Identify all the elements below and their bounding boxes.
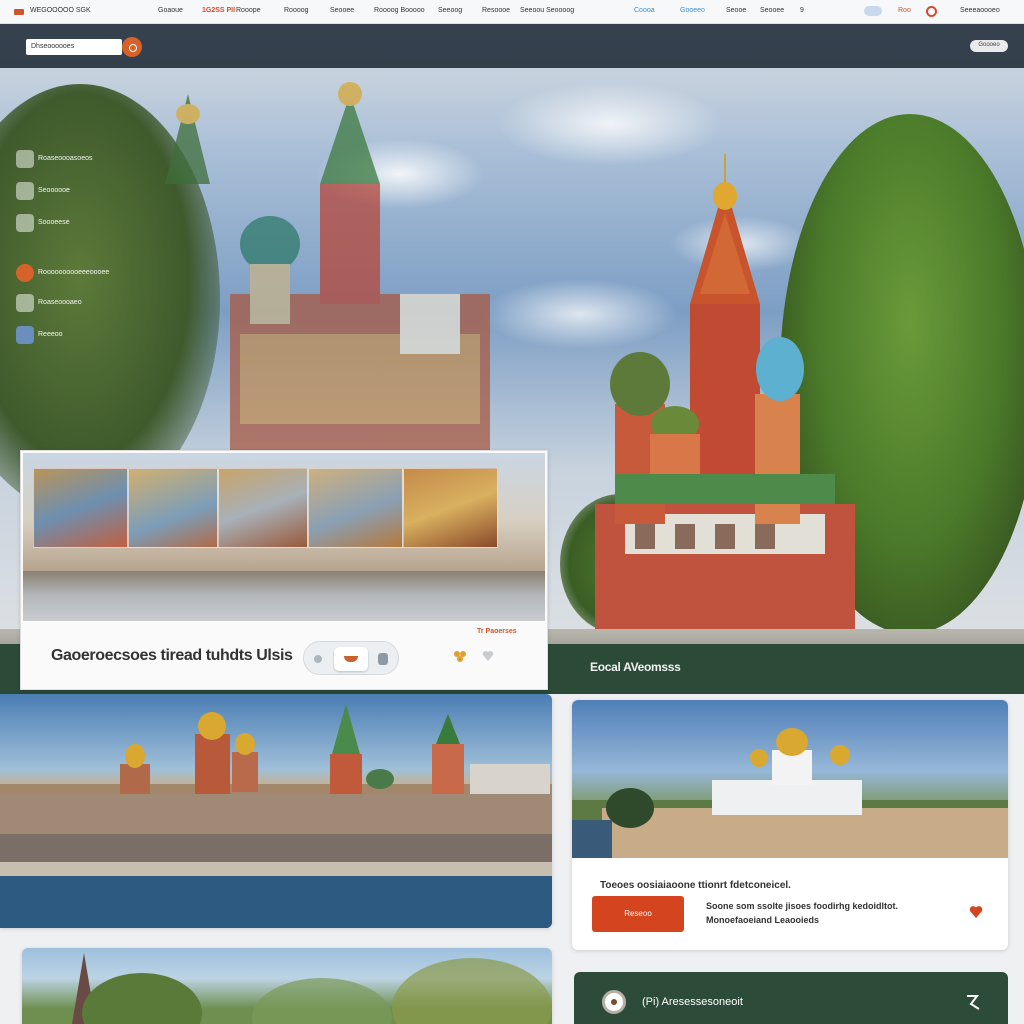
destination-search-input[interactable]: Dhseoooooes [26, 39, 122, 55]
sidebar-item-1[interactable]: Roaseoooasoeos [16, 150, 166, 170]
info-icon [16, 326, 34, 344]
building-icon [16, 150, 34, 168]
sidebar-item-label: Roooooooooeeeoooee [38, 269, 110, 276]
tower-icon [16, 182, 34, 200]
sidebar-item-6[interactable]: Reeeoo [16, 326, 166, 346]
gallery-thumb[interactable] [403, 468, 498, 548]
nav-link-2[interactable]: 1G2SS PII [202, 7, 235, 14]
nav-link-14[interactable]: 9 [800, 7, 804, 14]
tower-image [72, 953, 552, 1024]
heart-icon[interactable] [481, 649, 495, 663]
cathedral-image [595, 154, 855, 654]
sidebar-item-5[interactable]: Roaseoooaeo [16, 294, 166, 314]
nav-link-12[interactable]: Seooe [726, 7, 746, 14]
kremlin-photo-card[interactable] [0, 694, 552, 928]
card-description-line1: Soone som ssolte jisoes foodirhg kedoidl… [706, 901, 899, 911]
logo-icon [14, 9, 24, 15]
gallery-thumb[interactable] [308, 468, 403, 548]
kremlin-image [0, 704, 552, 928]
sidebar-item-3[interactable]: Soooeese [16, 214, 166, 234]
grid-icon[interactable] [378, 653, 388, 665]
nav-link-13[interactable]: Seooee [760, 7, 784, 14]
nav-link-15[interactable]: Roo [898, 7, 911, 14]
sidebar-item-4[interactable]: Roooooooooeeeoooee [16, 264, 166, 284]
nav-link-10[interactable]: Coooa [634, 7, 655, 14]
view-toggle[interactable] [303, 641, 399, 675]
hero-search-bar: Dhseoooooes Goooeo [0, 24, 1024, 68]
tower-photo-card[interactable] [22, 948, 552, 1024]
gallery-tag: Tr Paoerses [477, 628, 517, 635]
sidebar-item-label: Roaseoooasoeos [38, 155, 93, 162]
nav-account[interactable]: Seeeaoooeo [960, 7, 1000, 14]
tool-icon[interactable] [964, 992, 984, 1012]
camera-icon [16, 214, 34, 232]
gallery-thumb[interactable] [218, 468, 308, 548]
nav-link-4[interactable]: Roooog [284, 7, 309, 14]
nav-brand[interactable]: WEGOOOOO SGK [30, 7, 91, 14]
compass-icon[interactable] [602, 990, 626, 1014]
gallery-card[interactable]: Tr Paoerses Gaoeroecsoes tiread tuhdts U… [20, 450, 548, 690]
avatar-icon[interactable] [926, 6, 937, 17]
gallery-thumb[interactable] [33, 468, 128, 548]
flower-icon[interactable] [453, 649, 467, 663]
ticket-icon [16, 294, 34, 312]
gallery-title: Gaoeroecsoes tiread tuhdts Ulsis [51, 647, 293, 664]
pin-icon [16, 264, 34, 282]
nav-link-1[interactable]: Goaoue [158, 7, 183, 14]
gallery-thumb[interactable] [128, 468, 218, 548]
hero-footer-label: Eocal AVeomsss [590, 660, 681, 674]
nav-link-5[interactable]: Seooee [330, 7, 354, 14]
search-button[interactable] [122, 37, 142, 57]
top-navigation: WEGOOOOO SGK Goaoue 1G2SS PII Rooope Roo… [0, 0, 1024, 24]
cathedral-faded-image [165, 82, 490, 494]
dot-icon[interactable] [314, 655, 322, 663]
search-toggle[interactable] [864, 6, 882, 16]
book-button[interactable]: Reseoo [592, 896, 684, 932]
bowl-icon[interactable] [334, 647, 368, 671]
card-description-heading: Toeoes oosiaiaoone ttionrt fdetconeicel. [600, 880, 791, 891]
sidebar-item-label: Soooeese [38, 219, 70, 226]
nav-link-8[interactable]: Resoooe [482, 7, 510, 14]
nav-link-11[interactable]: Gooeeo [680, 7, 705, 14]
nav-link-9[interactable]: Seeoou Seoooog [520, 7, 574, 14]
nav-link-6[interactable]: Roooog Booooo [374, 7, 425, 14]
nav-link-3[interactable]: Rooope [236, 7, 261, 14]
gallery-strip-image [23, 453, 545, 621]
heart-icon[interactable] [968, 904, 984, 920]
monastery-card[interactable]: Toeoes oosiaiaoone ttionrt fdetconeicel.… [572, 700, 1008, 950]
nav-link-7[interactable]: Seeoog [438, 7, 462, 14]
language-chip[interactable]: Goooeo [970, 40, 1008, 52]
river-boats-image [23, 571, 545, 621]
assistant-label: (Pi) Aresessesoneoit [642, 996, 743, 1008]
sidebar-item-label: Roaseoooaeo [38, 299, 82, 306]
sidebar-item-label: Reeeoo [38, 331, 63, 338]
card-description-line2: Monoefaoeiand Leaooieds [706, 915, 820, 925]
monastery-image [572, 700, 1008, 858]
assistant-card[interactable]: (Pi) Aresessesoneoit [574, 972, 1008, 1024]
sidebar-item-label: Seoooooe [38, 187, 70, 194]
sidebar-item-2[interactable]: Seoooooe [16, 182, 166, 202]
